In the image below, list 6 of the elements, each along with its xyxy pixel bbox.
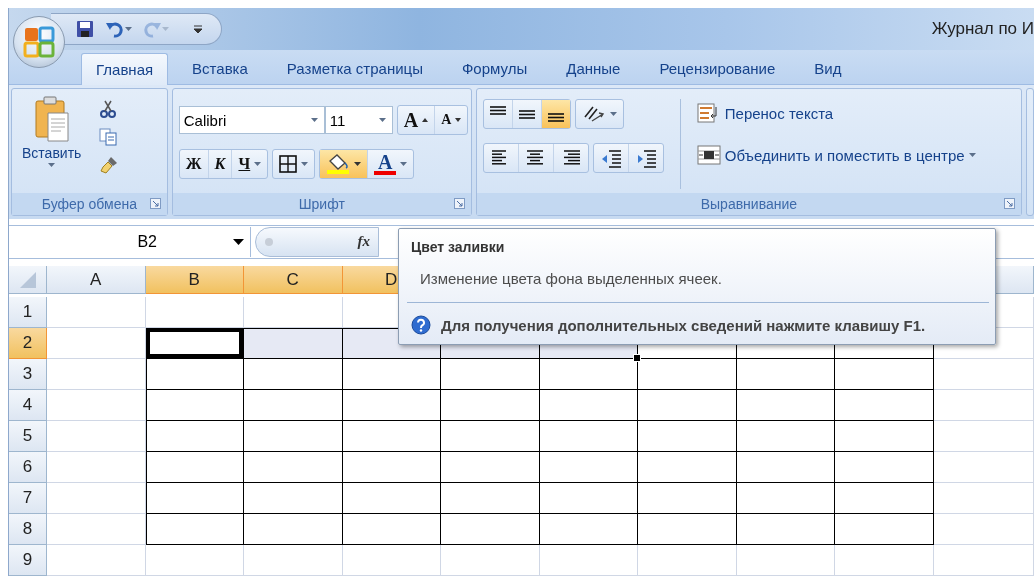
group-label: Выравнивание	[700, 195, 798, 212]
group-label: Шрифт	[298, 195, 345, 212]
help-hint: Для получения дополнительных сведений нажмите клавишу F1.	[441, 316, 926, 334]
group-label: Буфер обмена	[41, 195, 137, 212]
tooltip-title: Цвет заливки	[411, 239, 506, 255]
window-title: Журнал по И	[931, 19, 1034, 39]
